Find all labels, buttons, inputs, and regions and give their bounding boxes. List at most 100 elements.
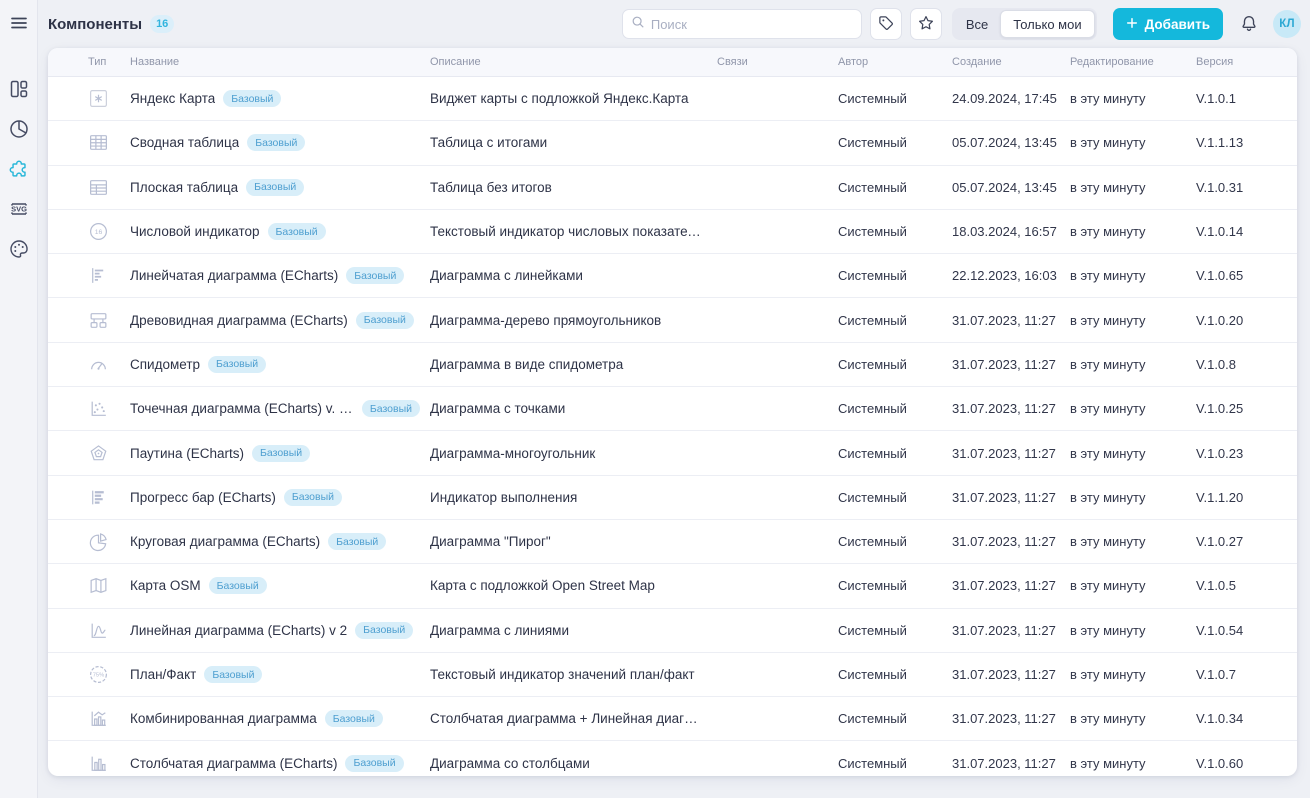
component-description: Карта с подложкой Open Street Map <box>430 578 717 593</box>
scope-mine-button[interactable]: Только мои <box>1000 10 1094 38</box>
sidebar-item-dashboards[interactable] <box>7 80 31 102</box>
table-row[interactable]: Круговая диаграмма (ECharts) Базовый Диа… <box>48 520 1297 564</box>
component-created: 31.07.2023, 11:27 <box>952 667 1070 682</box>
svg-lib-icon: SVG <box>8 198 30 225</box>
bar-horizontal-icon <box>88 265 109 286</box>
component-description: Диаграмма-многоугольник <box>430 446 717 461</box>
table-row[interactable]: Древовидная диаграмма (ECharts) Базовый … <box>48 298 1297 342</box>
component-created: 31.07.2023, 11:27 <box>952 623 1070 638</box>
add-button-label: Добавить <box>1145 17 1210 32</box>
table-row[interactable]: 75% План/Факт Базовый Текстовый индикато… <box>48 653 1297 697</box>
component-name: Линейная диаграмма (ECharts) v 2 <box>130 623 347 638</box>
component-author: Системный <box>838 135 952 150</box>
component-name: Паутина (ECharts) <box>130 446 244 461</box>
component-version: V.1.0.27 <box>1196 534 1297 549</box>
component-version: V.1.1.13 <box>1196 135 1297 150</box>
radar-icon <box>88 443 109 464</box>
component-name: План/Факт <box>130 667 196 682</box>
component-name: Спидометр <box>130 357 200 372</box>
progress-bar-icon <box>88 487 109 508</box>
count-badge: 16 <box>150 15 174 33</box>
sidebar-item-svg-library[interactable]: SVG <box>7 200 31 222</box>
table-row[interactable]: Линейная диаграмма (ECharts) v 2 Базовый… <box>48 609 1297 653</box>
svg-text:75%: 75% <box>93 673 105 679</box>
component-author: Системный <box>838 623 952 638</box>
table-row[interactable]: Линейчатая диаграмма (ECharts) Базовый Д… <box>48 254 1297 298</box>
component-author: Системный <box>838 490 952 505</box>
component-name: Комбинированная диаграмма <box>130 711 317 726</box>
component-created: 31.07.2023, 11:27 <box>952 490 1070 505</box>
component-description: Диаграмма с линиями <box>430 623 717 638</box>
basic-badge: Базовый <box>247 134 305 151</box>
top-actions: Все Только мои Добавить КЛ <box>622 8 1301 40</box>
component-edited: в эту минуту <box>1070 623 1196 638</box>
component-author: Системный <box>838 711 952 726</box>
table-row[interactable]: Прогресс бар (ECharts) Базовый Индикатор… <box>48 476 1297 520</box>
component-version: V.1.0.20 <box>1196 313 1297 328</box>
basic-badge: Базовый <box>252 445 310 462</box>
component-edited: в эту минуту <box>1070 578 1196 593</box>
column-type: Тип <box>48 56 130 68</box>
pie-icon <box>88 531 109 552</box>
table-header: Тип Название Описание Связи Автор Создан… <box>48 48 1297 77</box>
component-version: V.1.0.31 <box>1196 180 1297 195</box>
component-description: Текстовый индикатор числовых показателей <box>430 224 717 239</box>
component-version: V.1.0.54 <box>1196 623 1297 638</box>
component-name: Числовой индикатор <box>130 224 260 239</box>
column-name: Название <box>130 56 430 68</box>
add-button[interactable]: Добавить <box>1113 8 1223 40</box>
scope-toggle: Все Только мои <box>952 8 1097 40</box>
svg-text:SVG: SVG <box>11 204 27 213</box>
column-author: Автор <box>838 56 952 68</box>
table-row[interactable]: Паутина (ECharts) Базовый Диаграмма-мног… <box>48 431 1297 475</box>
column-links: Связи <box>717 56 838 68</box>
table-row[interactable]: Спидометр Базовый Диаграмма в виде спидо… <box>48 343 1297 387</box>
avatar[interactable]: КЛ <box>1273 10 1301 38</box>
component-name: Яндекс Карта <box>130 91 215 106</box>
table-row[interactable]: Столбчатая диаграмма (ECharts) Базовый Д… <box>48 741 1297 776</box>
basic-badge: Базовый <box>362 400 420 417</box>
components-table-card: Тип Название Описание Связи Автор Создан… <box>48 48 1297 776</box>
component-name: Карта OSM <box>130 578 201 593</box>
plan-fact-icon: 75% <box>88 664 109 685</box>
component-author: Системный <box>838 268 952 283</box>
sidebar-item-components[interactable] <box>7 160 31 182</box>
plus-icon <box>1126 17 1138 32</box>
title-wrap: Компоненты 16 <box>48 15 174 33</box>
svg-text:16: 16 <box>95 229 103 236</box>
bell-icon <box>1239 13 1259 36</box>
table-row[interactable]: Яндекс Карта Базовый Виджет карты с подл… <box>48 77 1297 121</box>
component-version: V.1.0.14 <box>1196 224 1297 239</box>
tags-filter-button[interactable] <box>870 8 902 40</box>
sidebar-item-reports[interactable] <box>7 120 31 142</box>
table-body: Яндекс Карта Базовый Виджет карты с подл… <box>48 77 1297 776</box>
basic-badge: Базовый <box>346 267 404 284</box>
component-author: Системный <box>838 578 952 593</box>
component-name: Сводная таблица <box>130 135 239 150</box>
search-icon <box>631 15 645 34</box>
scope-all-button[interactable]: Все <box>954 10 1000 38</box>
table-row[interactable]: Плоская таблица Базовый Таблица без итог… <box>48 166 1297 210</box>
table-row[interactable]: Точечная диаграмма (ECharts) v. 1.1.0 Ба… <box>48 387 1297 431</box>
gauge-icon <box>88 354 109 375</box>
component-name: Столбчатая диаграмма (ECharts) <box>130 756 337 771</box>
table-row[interactable]: Карта OSM Базовый Карта с подложкой Open… <box>48 564 1297 608</box>
table-row[interactable]: Сводная таблица Базовый Таблица с итогам… <box>48 121 1297 165</box>
component-created: 31.07.2023, 11:27 <box>952 313 1070 328</box>
sidebar: SVG <box>0 0 38 798</box>
sidebar-item-palette[interactable] <box>7 240 31 262</box>
component-created: 31.07.2023, 11:27 <box>952 711 1070 726</box>
component-description: Диаграмма с линейками <box>430 268 717 283</box>
component-version: V.1.0.1 <box>1196 91 1297 106</box>
component-author: Системный <box>838 446 952 461</box>
component-version: V.1.0.23 <box>1196 446 1297 461</box>
palette-icon <box>8 238 30 265</box>
menu-button[interactable] <box>7 12 31 36</box>
search-box[interactable] <box>622 9 862 39</box>
table-row[interactable]: 16 Числовой индикатор Базовый Текстовый … <box>48 210 1297 254</box>
search-input[interactable] <box>651 17 853 32</box>
table-row[interactable]: Комбинированная диаграмма Базовый Столбч… <box>48 697 1297 741</box>
component-author: Системный <box>838 667 952 682</box>
notifications-button[interactable] <box>1237 12 1261 36</box>
favorites-filter-button[interactable] <box>910 8 942 40</box>
